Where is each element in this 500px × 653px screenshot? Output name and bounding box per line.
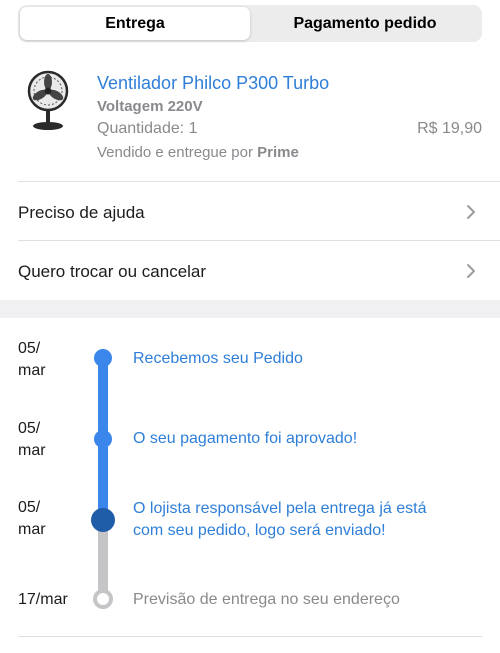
timeline-date-day: 05/: [18, 420, 41, 437]
timeline-date-month: mar: [18, 521, 46, 538]
timeline-date-month: mar: [18, 442, 46, 459]
timeline-step-text-line: O lojista responsável pela entrega já es…: [133, 500, 427, 517]
timeline-pending-dot: [93, 589, 113, 609]
delivery-payment-tabs: Entrega Pagamento pedido: [18, 5, 482, 42]
help-label: Preciso de ajuda: [18, 203, 145, 222]
timeline-step-text: O lojista responsável pela entrega já es…: [133, 498, 427, 542]
timeline-date-month: mar: [18, 362, 46, 379]
exchange-cancel-row[interactable]: Quero trocar ou cancelar: [0, 242, 500, 300]
tab-pagamento-pedido[interactable]: Pagamento pedido: [250, 7, 480, 40]
timeline-date: 17/mar: [18, 589, 68, 611]
seller-name: Prime: [257, 144, 299, 161]
timeline-step-text: Recebemos seu Pedido: [133, 350, 303, 367]
timeline-step-text: Previsão de entrega no seu endereço: [133, 591, 400, 608]
timeline-step-dot: [94, 349, 112, 367]
timeline-date-day: 17/mar: [18, 591, 68, 608]
chevron-right-icon: [467, 205, 475, 219]
product-seller: Vendido e entregue por Prime: [97, 144, 299, 161]
product-title[interactable]: Ventilador Philco P300 Turbo: [97, 73, 329, 94]
help-row[interactable]: Preciso de ajuda: [0, 183, 500, 241]
tab-entrega[interactable]: Entrega: [20, 7, 250, 40]
timeline-step-text-line: com seu pedido, logo será enviado!: [133, 522, 386, 539]
timeline-step-dot: [94, 430, 112, 448]
timeline-date-day: 05/: [18, 499, 41, 516]
timeline-track-pending: [98, 520, 108, 600]
product-variant: Voltagem 220V: [97, 98, 203, 115]
timeline-date-day: 05/: [18, 340, 41, 357]
fan-icon: [27, 70, 69, 130]
product-price: R$ 19,90: [417, 120, 482, 137]
divider: [18, 240, 500, 241]
seller-prefix: Vendido e entregue por: [97, 144, 253, 161]
timeline-date: 05/ mar: [18, 497, 46, 541]
product-card: Ventilador Philco P300 Turbo Voltagem 22…: [0, 60, 500, 180]
timeline-current-dot: [91, 508, 115, 532]
divider: [18, 636, 482, 637]
product-quantity: Quantidade: 1: [97, 120, 198, 137]
timeline-date: 05/ mar: [18, 338, 46, 382]
timeline-step-text: O seu pagamento foi aprovado!: [133, 430, 358, 447]
exchange-cancel-label: Quero trocar ou cancelar: [18, 262, 207, 281]
divider: [18, 181, 500, 182]
section-separator: [0, 300, 500, 318]
chevron-right-icon: [467, 264, 475, 278]
timeline-date: 05/ mar: [18, 418, 46, 462]
